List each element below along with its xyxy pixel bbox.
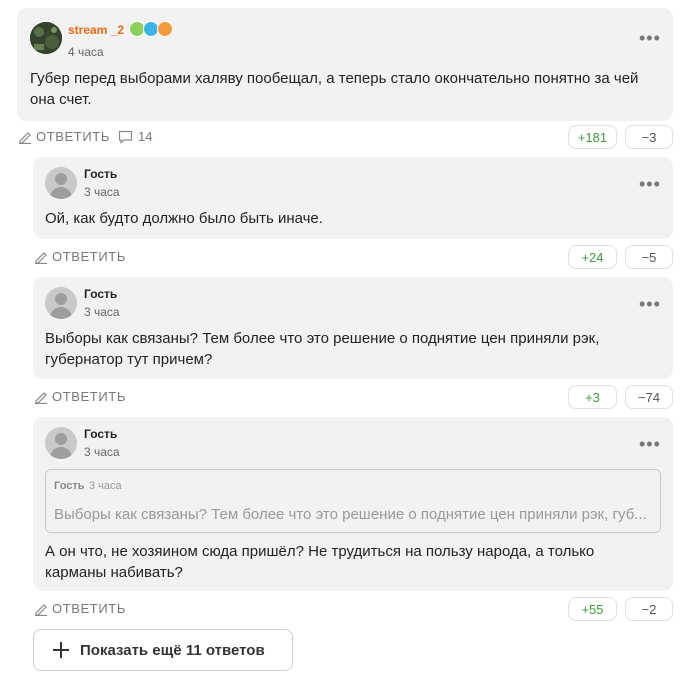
downvote-button[interactable]: −2 — [625, 597, 673, 621]
upvote-button[interactable]: +3 — [568, 385, 617, 409]
quote-text: Выборы как связаны? Тем более что это ре… — [54, 506, 647, 523]
main-comment: stream _2 4 часа ••• Губер перед выборам… — [17, 8, 673, 121]
more-options-icon[interactable]: ••• — [639, 175, 661, 193]
comment-author: Гость — [84, 167, 118, 181]
comment-bubble-icon — [118, 130, 133, 144]
quote-author: Гость — [54, 480, 85, 492]
reply-button[interactable]: ОТВЕТИТЬ — [18, 129, 110, 144]
reply-button[interactable]: ОТВЕТИТЬ — [34, 601, 126, 616]
pencil-icon — [35, 251, 47, 264]
guest-avatar — [45, 167, 77, 199]
pencil-icon — [35, 603, 47, 616]
pencil-icon — [35, 391, 47, 404]
comment-author[interactable]: stream _2 — [68, 23, 124, 37]
quote-time: 3 часа — [89, 480, 122, 492]
more-options-icon[interactable]: ••• — [639, 295, 661, 313]
comment-time: 3 часа — [84, 305, 120, 319]
show-more-label: Показать ещё 11 ответов — [80, 641, 265, 659]
comment-author: Гость — [84, 287, 118, 301]
plus-icon — [53, 642, 69, 658]
quoted-comment[interactable]: Гость 3 часа Выборы как связаны? Тем бол… — [45, 469, 661, 533]
badge-orange-icon — [157, 21, 173, 37]
guest-avatar — [45, 427, 77, 459]
comment-text: Выборы как связаны? Тем более что это ре… — [45, 330, 600, 368]
reply-button[interactable]: ОТВЕТИТЬ — [34, 249, 126, 264]
comment-text: Ой, как будто должно было быть иначе. — [45, 210, 323, 227]
replies-count-value: 14 — [138, 129, 153, 144]
replies-count[interactable]: 14 — [118, 129, 152, 144]
more-options-icon[interactable]: ••• — [639, 435, 661, 453]
comment-author: Гость — [84, 427, 118, 441]
downvote-button[interactable]: −3 — [625, 125, 673, 149]
comment-time: 3 часа — [84, 445, 120, 459]
upvote-button[interactable]: +55 — [568, 597, 617, 621]
comment-text: А он что, не хозяином сюда пришёл? Не тр… — [45, 543, 595, 581]
downvote-button[interactable]: −74 — [625, 385, 673, 409]
reply-comment: Гость 3 часа ••• Ой, как будто должно бы… — [33, 157, 673, 239]
pencil-icon — [19, 131, 31, 144]
reply-label: ОТВЕТИТЬ — [52, 389, 126, 404]
upvote-button[interactable]: +24 — [568, 245, 617, 269]
reply-label: ОТВЕТИТЬ — [52, 601, 126, 616]
guest-avatar — [45, 287, 77, 319]
reply-label: ОТВЕТИТЬ — [36, 129, 110, 144]
reply-label: ОТВЕТИТЬ — [52, 249, 126, 264]
comment-time: 3 часа — [84, 185, 120, 199]
user-avatar[interactable] — [30, 22, 62, 54]
comment-text: Губер перед выборами халяву пообещал, а … — [30, 70, 639, 108]
show-more-replies-button[interactable]: Показать ещё 11 ответов — [33, 629, 293, 671]
reply-comment: Гость 3 часа ••• Гость 3 часа Выборы как… — [33, 417, 673, 591]
reply-button[interactable]: ОТВЕТИТЬ — [34, 389, 126, 404]
downvote-button[interactable]: −5 — [625, 245, 673, 269]
comment-time: 4 часа — [68, 45, 104, 59]
user-badges — [129, 21, 173, 37]
more-options-icon[interactable]: ••• — [639, 29, 661, 47]
upvote-button[interactable]: +181 — [568, 125, 617, 149]
reply-comment: Гость 3 часа ••• Выборы как связаны? Тем… — [33, 277, 673, 379]
